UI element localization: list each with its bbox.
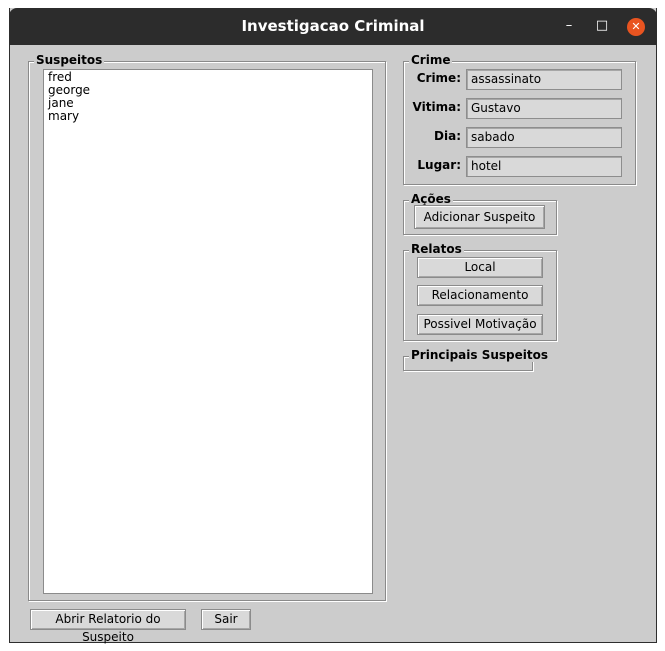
list-item[interactable]: mary	[48, 110, 79, 123]
close-icon[interactable]: ✕	[627, 18, 645, 36]
maximize-icon[interactable]: □	[594, 17, 610, 35]
relatos-legend: Relatos	[409, 242, 464, 256]
add-suspect-button[interactable]: Adicionar Suspeito	[414, 205, 545, 229]
exit-button[interactable]: Sair	[201, 609, 251, 630]
crime-legend: Crime	[409, 53, 453, 67]
title-bar[interactable]: Investigacao Criminal – □	[9, 8, 657, 45]
window-title: Investigacao Criminal	[241, 17, 425, 35]
suspeitos-legend: Suspeitos	[34, 53, 105, 67]
vitima-field[interactable]: Gustavo	[466, 98, 622, 119]
principais-legend: Principais Suspeitos	[409, 348, 551, 362]
vitima-label: Vitima:	[412, 100, 461, 114]
suspect-listbox[interactable]: fred george jane mary	[43, 69, 373, 594]
minimize-icon[interactable]: –	[561, 17, 577, 35]
motivacao-button[interactable]: Possivel Motivação	[417, 314, 543, 335]
local-button[interactable]: Local	[417, 257, 543, 278]
open-report-button[interactable]: Abrir Relatorio do Suspeito	[30, 609, 186, 644]
crime-field[interactable]: assassinato	[466, 69, 622, 90]
crime-label: Crime:	[416, 71, 461, 85]
dia-label: Dia:	[434, 129, 461, 143]
lugar-label: Lugar:	[417, 158, 461, 172]
dia-field[interactable]: sabado	[466, 127, 622, 148]
lugar-field[interactable]: hotel	[466, 156, 622, 177]
relacionamento-button[interactable]: Relacionamento	[417, 285, 543, 306]
